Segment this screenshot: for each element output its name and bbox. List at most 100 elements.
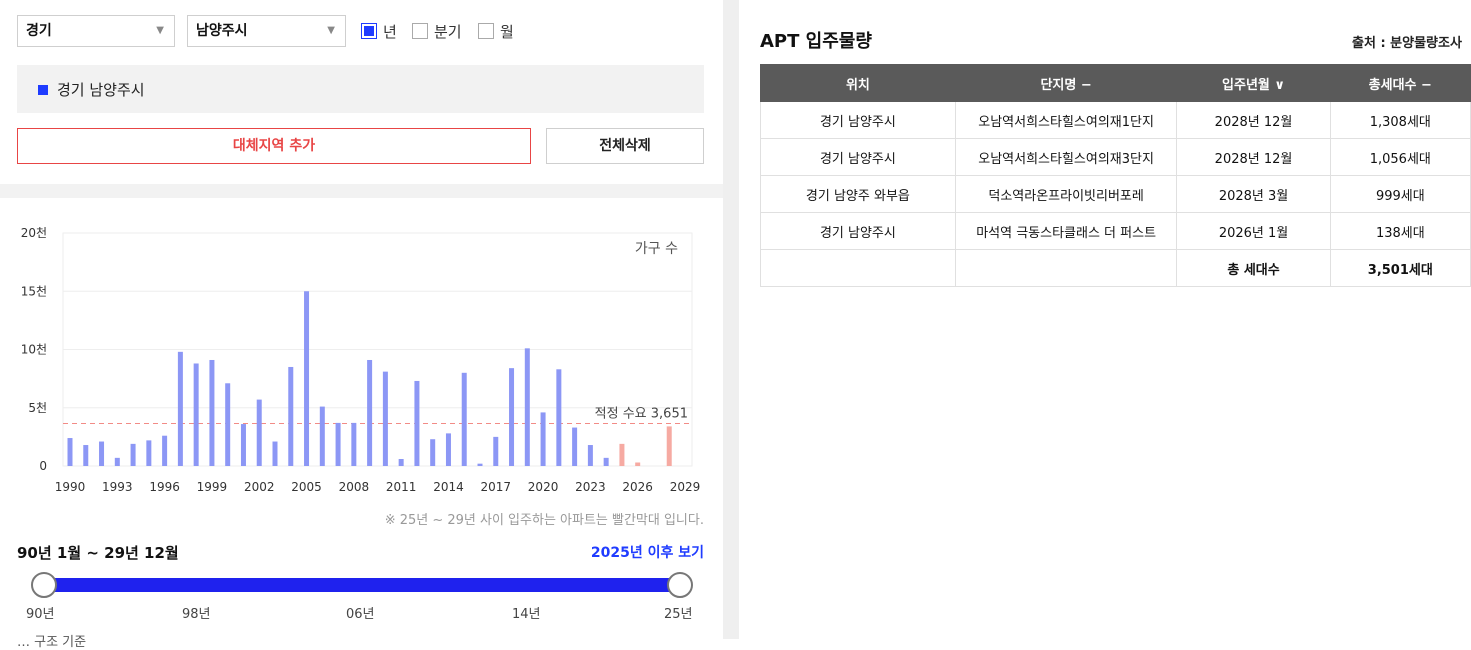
x-tick-label: 1990 — [55, 480, 86, 494]
cell-move-in: 2028년 3월 — [1176, 175, 1331, 213]
quarter-checkbox[interactable] — [412, 23, 428, 39]
slider-label: 25년 — [664, 607, 693, 622]
supply-bar[interactable] — [67, 438, 73, 466]
supply-bar[interactable] — [114, 457, 120, 466]
supply-bar[interactable] — [603, 457, 609, 466]
cell-complex: 마석역 극동스타클래스 더 퍼스트 — [954, 212, 1178, 250]
supply-bar[interactable] — [209, 359, 215, 466]
future-bar[interactable] — [666, 426, 672, 466]
add-region-button[interactable]: 대체지역 추가 — [17, 128, 531, 164]
period-slider-track[interactable] — [44, 578, 680, 592]
total-label: 총 세대수 — [1176, 249, 1331, 287]
future-bar[interactable] — [635, 462, 641, 466]
slider-end-handle[interactable] — [667, 572, 693, 598]
cell-complex: 오남역서희스타힐스여의재1단지 — [954, 101, 1178, 139]
column-header-households[interactable]: 총세대수 − — [1329, 64, 1471, 102]
cell-move-in: 2028년 12월 — [1176, 101, 1331, 139]
section-divider — [0, 184, 723, 198]
supply-bar[interactable] — [587, 445, 593, 466]
apt-supply-table: 위치 단지명 − 입주년월 ∨ 총세대수 − 경기 남양주시 오남역서희스타힐스… — [760, 64, 1471, 287]
x-tick-label: 1999 — [197, 480, 228, 494]
supply-bar[interactable] — [146, 440, 152, 466]
future-bar[interactable] — [619, 443, 625, 466]
legend-label: 가구 수 — [635, 241, 678, 257]
cell-move-in: 2026년 1월 — [1176, 212, 1331, 250]
table-row[interactable]: 경기 남양주시 오남역서희스타힐스여의재1단지 2028년 12월 1,308세… — [760, 101, 1471, 139]
column-header-move-in[interactable]: 입주년월 ∨ — [1176, 64, 1331, 102]
x-tick-label: 2008 — [339, 480, 370, 494]
table-row[interactable]: 경기 남양주 와부읍 덕소역라온프라이빗리버포레 2028년 3월 999세대 — [760, 175, 1471, 213]
panel-divider — [723, 0, 739, 639]
chart-note: ※ 25년 ~ 29년 사이 입주하는 아파트는 빨간막대 입니다. — [384, 513, 704, 528]
month-checkbox[interactable] — [478, 23, 494, 39]
x-tick-label: 2017 — [480, 480, 511, 494]
city-select-value: 남양주시 — [196, 23, 248, 39]
supply-bar[interactable] — [414, 380, 420, 466]
supply-bar[interactable] — [130, 443, 136, 466]
supply-bar[interactable] — [256, 399, 262, 466]
slider-label: 98년 — [182, 607, 211, 622]
supply-bar[interactable] — [240, 424, 246, 466]
supply-bar[interactable] — [382, 371, 388, 466]
supply-bar[interactable] — [83, 445, 89, 466]
supply-bar[interactable] — [540, 412, 546, 466]
y-tick-label: 20천 — [21, 225, 47, 240]
apt-supply-title: APT 입주물량 — [760, 31, 872, 52]
clear-all-button[interactable]: 전체삭제 — [546, 128, 704, 164]
x-tick-label: 2029 — [670, 480, 701, 494]
supply-bar[interactable] — [162, 435, 168, 466]
y-tick-label: 5천 — [28, 400, 47, 415]
supply-bar[interactable] — [509, 368, 515, 466]
supply-bar[interactable] — [367, 359, 373, 466]
cell-households: 999세대 — [1329, 175, 1471, 213]
cell-empty — [954, 249, 1178, 287]
column-header-complex[interactable]: 단지명 − — [954, 64, 1178, 102]
cell-households: 138세대 — [1329, 212, 1471, 250]
x-tick-label: 2020 — [528, 480, 559, 494]
slider-label: 06년 — [346, 607, 375, 622]
after-2025-link[interactable]: 2025년 이후 보기 — [520, 542, 704, 562]
total-value: 3,501세대 — [1329, 249, 1471, 287]
quarter-checkbox-label: 분기 — [434, 23, 462, 41]
reference-line-label: 적정 수요 3,651 — [595, 406, 688, 421]
cell-location: 경기 남양주시 — [760, 212, 956, 250]
selected-region-box: 경기 남양주시 — [17, 65, 704, 113]
city-select[interactable]: 남양주시 ▼ — [187, 15, 346, 47]
supply-bar[interactable] — [319, 406, 325, 466]
supply-bar[interactable] — [524, 348, 530, 466]
cell-empty — [760, 249, 956, 287]
source-label: 출처 : 분양물량조사 — [1352, 36, 1462, 51]
supply-bar[interactable] — [430, 439, 436, 466]
supply-bar[interactable] — [461, 372, 467, 466]
supply-bar[interactable] — [335, 422, 341, 466]
supply-bar[interactable] — [177, 351, 183, 466]
supply-bar[interactable] — [493, 436, 499, 466]
supply-bar-chart: 0 5천 10천 15천 20천 1990 1993 1996 1999 2002 2005 2008… — [21, 225, 701, 494]
table-row[interactable]: 경기 남양주시 오남역서희스타힐스여의재3단지 2028년 12월 1,056세… — [760, 138, 1471, 176]
supply-bar[interactable] — [556, 369, 562, 466]
slider-label: 14년 — [512, 607, 541, 622]
supply-bar[interactable] — [304, 291, 310, 466]
cell-location: 경기 남양주시 — [760, 138, 956, 176]
supply-bar[interactable] — [225, 383, 231, 466]
year-checkbox[interactable] — [361, 23, 377, 39]
supply-bar[interactable] — [272, 441, 278, 466]
cell-location: 경기 남양주 와부읍 — [760, 175, 956, 213]
supply-bar[interactable] — [351, 422, 357, 466]
cell-location: 경기 남양주시 — [760, 101, 956, 139]
table-header-row: 위치 단지명 − 입주년월 ∨ 총세대수 − — [760, 64, 1471, 102]
supply-bar[interactable] — [572, 427, 578, 466]
chevron-down-icon: ▼ — [156, 25, 164, 36]
supply-bar[interactable] — [99, 441, 105, 466]
supply-bar[interactable] — [288, 366, 294, 466]
slider-start-handle[interactable] — [31, 572, 57, 598]
supply-bar[interactable] — [445, 433, 451, 466]
supply-bar[interactable] — [398, 459, 404, 466]
supply-bar[interactable] — [477, 463, 483, 466]
province-select[interactable]: 경기 ▼ — [17, 15, 175, 47]
cell-complex: 덕소역라온프라이빗리버포레 — [954, 175, 1178, 213]
cell-households: 1,056세대 — [1329, 138, 1471, 176]
table-row[interactable]: 경기 남양주시 마석역 극동스타클래스 더 퍼스트 2026년 1월 138세대 — [760, 212, 1471, 250]
left-panel: 경기 ▼ 남양주시 ▼ 년 분기 월 경기 남양주시 대체지역 추가 전체삭제 … — [0, 0, 723, 650]
supply-bar[interactable] — [193, 363, 199, 466]
